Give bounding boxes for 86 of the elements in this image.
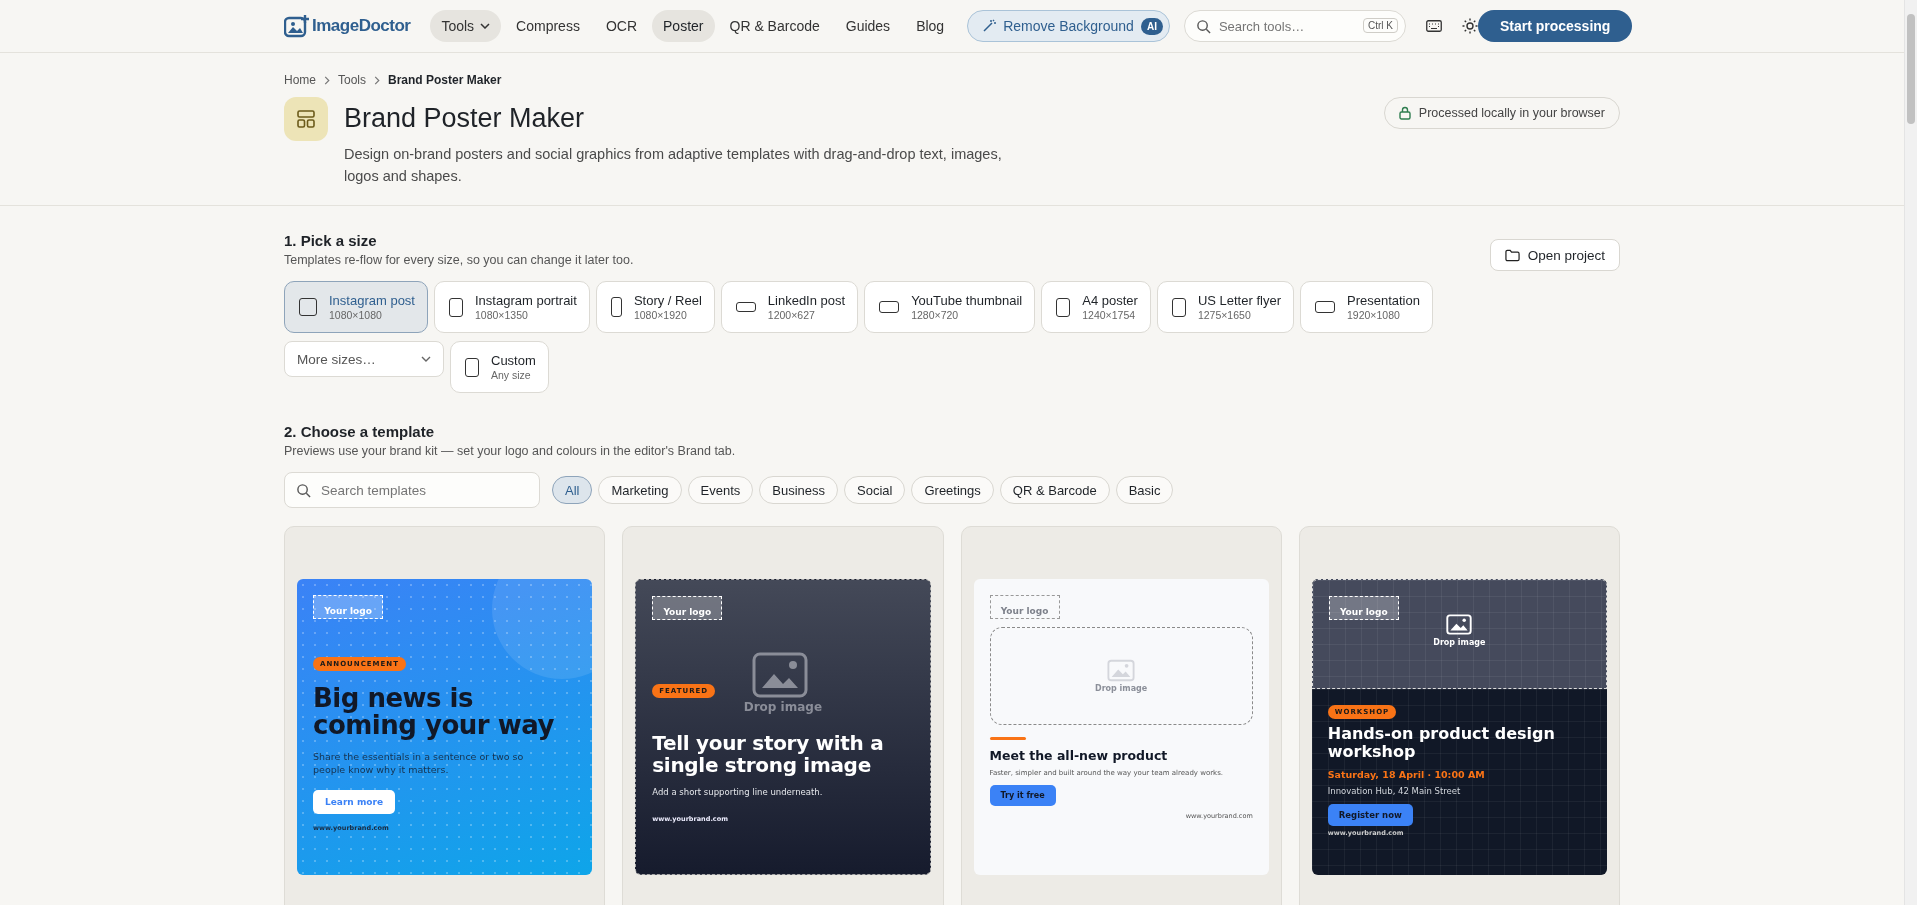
event-location: Innovation Hub, 42 Main Street bbox=[1327, 785, 1462, 796]
nav-link[interactable]: QR & Barcode bbox=[718, 10, 831, 42]
filter-chip[interactable]: All bbox=[552, 476, 593, 504]
page-title: Brand Poster Maker bbox=[344, 102, 586, 135]
logo-placeholder: Your logo bbox=[313, 595, 383, 619]
poster-button: Learn more bbox=[313, 790, 395, 815]
poster-headline: Hands-on product design workshop bbox=[1327, 725, 1556, 761]
section-subheading: Templates re-flow for every size, so you can change it later too. bbox=[284, 253, 634, 267]
poster-headline: Tell your story with a single strong image bbox=[652, 732, 885, 777]
poster-button: Try it free bbox=[989, 785, 1056, 806]
keyboard-icon[interactable] bbox=[1425, 20, 1442, 32]
open-project-button[interactable]: Open project bbox=[1489, 239, 1620, 271]
aspect-icon bbox=[735, 302, 756, 312]
breadcrumb-item[interactable]: Home bbox=[284, 73, 316, 87]
aspect-icon bbox=[465, 357, 479, 377]
nav-link[interactable]: Guides bbox=[834, 10, 902, 42]
filter-chip[interactable]: Basic bbox=[1115, 476, 1174, 504]
filter-chip[interactable]: Business bbox=[759, 476, 839, 504]
chevron-icon bbox=[324, 75, 330, 85]
size-option[interactable]: LinkedIn post 1200×627 bbox=[720, 281, 859, 333]
layout-icon bbox=[284, 97, 328, 141]
size-option[interactable]: Story / Reel 1080×1920 bbox=[595, 281, 715, 333]
page-description: Design on-brand posters and social graphics from adaptive templates with drag-and-drop text, images, logos and shapes. bbox=[344, 145, 1003, 186]
logo-icon bbox=[284, 14, 310, 38]
logo-placeholder: Your logo bbox=[1328, 596, 1399, 620]
event-date: Saturday, 18 April · 10:00 AM bbox=[1327, 768, 1486, 780]
aspect-icon bbox=[1314, 301, 1335, 313]
search-icon bbox=[1195, 19, 1211, 34]
size-option[interactable]: Instagram post 1080×1080 bbox=[284, 281, 428, 333]
chevron-down-icon bbox=[421, 356, 431, 362]
more-sizes-dropdown[interactable]: More sizes… bbox=[284, 341, 444, 377]
lock-icon bbox=[1398, 106, 1411, 120]
size-option[interactable]: Custom Any size bbox=[450, 341, 549, 393]
size-option[interactable]: YouTube thumbnail 1280×720 bbox=[864, 281, 1036, 333]
image-icon bbox=[1446, 614, 1473, 635]
nav-link[interactable]: OCR bbox=[594, 10, 649, 42]
template-search-field[interactable]: Search templates bbox=[284, 472, 540, 508]
size-option[interactable]: A4 poster 1240×1754 bbox=[1041, 281, 1151, 333]
ai-badge: AI bbox=[1140, 17, 1163, 35]
filter-chip[interactable]: QR & Barcode bbox=[999, 476, 1110, 504]
logo-placeholder: Your logo bbox=[989, 595, 1060, 619]
drop-image-label: Drop image bbox=[742, 700, 824, 714]
remove-background-button[interactable]: Remove Background AI bbox=[967, 10, 1170, 42]
folder-icon bbox=[1504, 248, 1520, 262]
aspect-icon bbox=[610, 297, 622, 317]
nav-link[interactable]: Tools bbox=[430, 10, 502, 42]
privacy-text: Processed locally in your browser bbox=[1418, 106, 1605, 120]
filter-chip[interactable]: Social bbox=[844, 476, 906, 504]
nav-link[interactable]: Compress bbox=[505, 10, 591, 42]
aspect-icon bbox=[879, 301, 900, 313]
caret-icon bbox=[480, 23, 491, 29]
breadcrumb-item[interactable]: Tools bbox=[338, 73, 367, 87]
size-option[interactable]: US Letter flyer 1275×1650 bbox=[1156, 281, 1294, 333]
nav-link[interactable]: Blog bbox=[905, 10, 956, 42]
breadcrumb-item: Brand Poster Maker bbox=[388, 73, 502, 87]
filter-chip[interactable]: Marketing bbox=[598, 476, 682, 504]
poster-body: Share the essentials in a sentence or two so people know why it matters. bbox=[313, 749, 525, 777]
drop-image-label: Drop image bbox=[1433, 638, 1486, 647]
drop-image-label: Drop image bbox=[1095, 684, 1148, 693]
poster-headline: Big news is coming your way bbox=[313, 685, 555, 740]
chevron-icon bbox=[374, 75, 381, 85]
aspect-icon bbox=[1171, 297, 1186, 317]
aspect-icon bbox=[1056, 297, 1071, 317]
logo-placeholder: Your logo bbox=[652, 596, 723, 620]
section-heading: 2. Choose a template bbox=[284, 423, 436, 440]
aspect-icon bbox=[299, 298, 317, 316]
scrollbar[interactable] bbox=[1904, 0, 1917, 905]
poster-button: Register now bbox=[1327, 803, 1413, 826]
search-icon bbox=[296, 483, 311, 498]
section-heading: 1. Pick a size bbox=[284, 232, 378, 249]
poster-body: Add a short supporting line underneath. bbox=[652, 786, 824, 797]
aspect-icon bbox=[449, 297, 463, 317]
logo-text[interactable]: ImageDoctor bbox=[312, 16, 411, 36]
image-icon bbox=[1107, 659, 1136, 682]
size-option[interactable]: Presentation 1920×1080 bbox=[1299, 281, 1433, 333]
filter-chip[interactable]: Events bbox=[687, 476, 754, 504]
shortcut-hint: Ctrl K bbox=[1362, 18, 1398, 33]
filter-chip[interactable]: Greetings bbox=[911, 476, 994, 504]
size-option[interactable]: Instagram portrait 1080×1350 bbox=[434, 281, 590, 333]
magic-wand-icon bbox=[982, 19, 997, 33]
image-icon bbox=[752, 652, 809, 698]
sun-icon[interactable] bbox=[1461, 18, 1478, 34]
section-subheading: Previews use your brand kit — set your logo and colours in the editor's Brand tab. bbox=[284, 444, 737, 458]
poster-headline: Meet the all-new product bbox=[989, 748, 1169, 763]
nav-link[interactable]: Poster bbox=[652, 10, 715, 42]
start-processing-button[interactable]: Start processing bbox=[1477, 10, 1633, 42]
